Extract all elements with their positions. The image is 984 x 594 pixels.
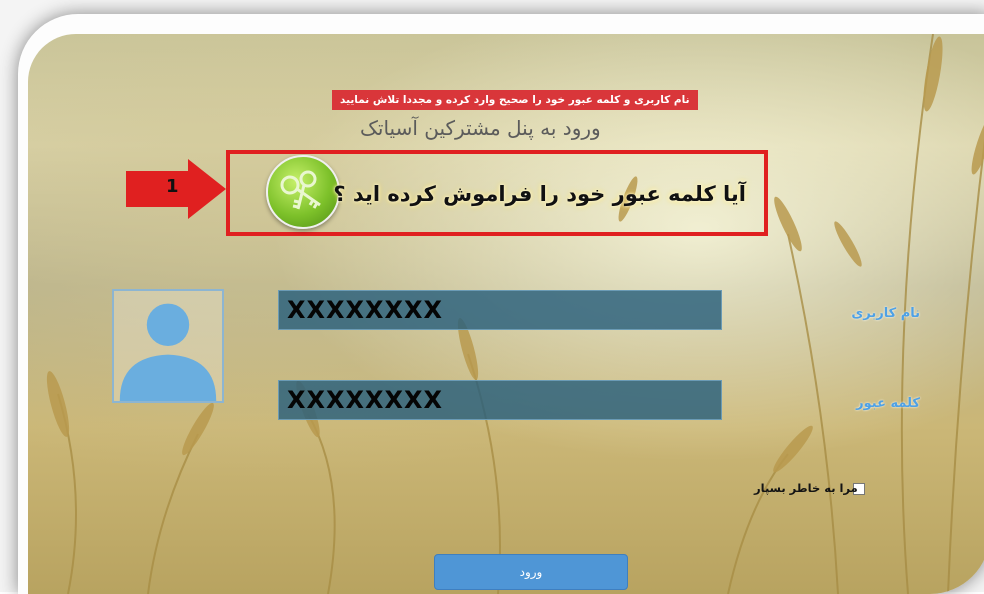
user-avatar-icon (112, 289, 224, 403)
background-scene: نام کاربری و کلمه عبور خود را صحیح وارد … (28, 34, 984, 594)
username-label: نام کاربری (851, 306, 920, 321)
password-label: کلمه عبور (856, 396, 920, 411)
remember-me-label: مرا به خاطر بسپار (754, 481, 858, 495)
keys-glyph-icon (280, 170, 321, 210)
screenshot-frame: نام کاربری و کلمه عبور خود را صحیح وارد … (0, 0, 984, 594)
username-input[interactable]: XXXXXXXX (278, 290, 722, 330)
page-title: ورود به پنل مشترکین آسیاتک (360, 116, 601, 140)
key-icon[interactable] (266, 155, 340, 229)
login-error-message: نام کاربری و کلمه عبور خود را صحیح وارد … (332, 90, 698, 110)
login-button[interactable]: ورود (434, 554, 628, 590)
forgot-password-link[interactable]: آیا کلمه عبور خود را فراموش کرده اید ؟ (333, 182, 746, 206)
password-input[interactable]: XXXXXXXX (278, 380, 722, 420)
annotation-step-number: 1 (166, 176, 179, 197)
page-container: نام کاربری و کلمه عبور خود را صحیح وارد … (18, 14, 984, 594)
avatar-silhouette (119, 303, 217, 401)
